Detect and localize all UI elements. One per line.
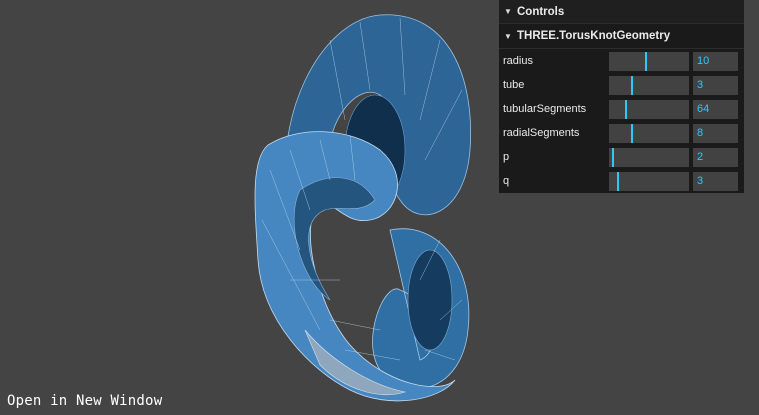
folder-title: THREE.TorusKnotGeometry: [517, 30, 671, 42]
folder-title-bar[interactable]: ▼ THREE.TorusKnotGeometry: [499, 24, 744, 49]
slider-handle[interactable]: [612, 147, 614, 167]
controls-panel: ▼ Controls ▼ THREE.TorusKnotGeometry rad…: [499, 0, 744, 193]
param-row-tube: tube 3: [499, 73, 744, 97]
radial-segments-slider[interactable]: [609, 123, 689, 143]
slider-handle[interactable]: [625, 99, 627, 119]
slider-handle[interactable]: [631, 123, 633, 143]
p-slider[interactable]: [609, 147, 689, 167]
tube-number-field[interactable]: 3: [693, 75, 738, 95]
slider-handle[interactable]: [631, 75, 633, 95]
param-row-radius: radius 10: [499, 49, 744, 73]
tubular-segments-number-field[interactable]: 64: [693, 99, 738, 119]
param-label: q: [503, 175, 510, 187]
open-in-new-window-link[interactable]: Open in New Window: [7, 393, 162, 409]
p-number-field[interactable]: 2: [693, 147, 738, 167]
param-row-q: q 3: [499, 169, 744, 193]
chevron-down-icon: ▼: [504, 7, 512, 16]
param-row-radial-segments: radialSegments 8: [499, 121, 744, 145]
q-slider[interactable]: [609, 171, 689, 191]
param-label: tubularSegments: [503, 103, 587, 115]
q-number-field[interactable]: 3: [693, 171, 738, 191]
param-row-p: p 2: [499, 145, 744, 169]
controls-title-bar[interactable]: ▼ Controls: [499, 0, 744, 24]
param-label: radius: [503, 55, 533, 67]
radius-number-field[interactable]: 10: [693, 51, 738, 71]
param-label: radialSegments: [503, 127, 580, 139]
param-label: tube: [503, 79, 525, 91]
slider-handle[interactable]: [645, 51, 647, 71]
param-label: p: [503, 151, 510, 163]
tubular-segments-slider[interactable]: [609, 99, 689, 119]
radius-slider[interactable]: [609, 51, 689, 71]
slider-handle[interactable]: [617, 171, 619, 191]
controls-title: Controls: [517, 5, 565, 18]
tube-slider[interactable]: [609, 75, 689, 95]
param-row-tubular-segments: tubularSegments 64: [499, 97, 744, 121]
chevron-down-icon: ▼: [504, 31, 512, 41]
radial-segments-number-field[interactable]: 8: [693, 123, 738, 143]
